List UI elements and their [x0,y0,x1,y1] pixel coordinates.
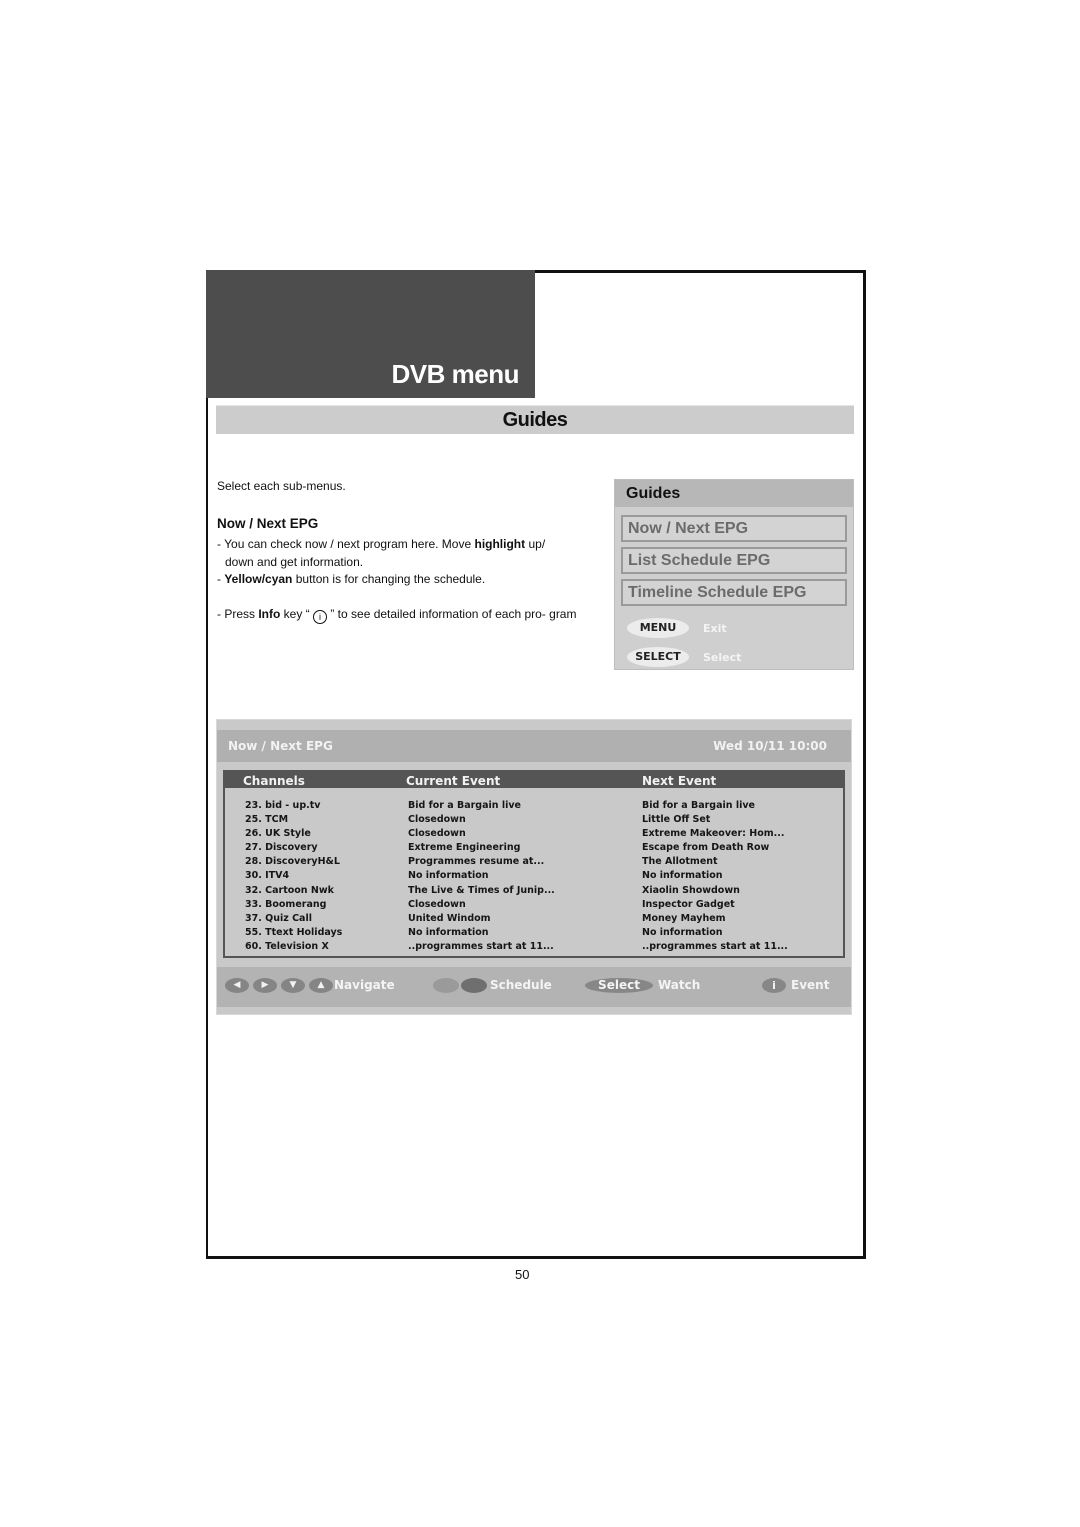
select-label: Select [703,650,742,664]
next-event-cell: Xiaolin Showdown [642,884,740,896]
select-key-button[interactable]: Select [585,978,653,993]
bullet-bold: highlight [474,537,526,551]
epg-rows: 23. bid - up.tv Bid for a Bargain live Bid… [225,799,843,954]
chapter-header: DVB menu [206,270,535,398]
channel-cell: 30. ITV4 [245,870,290,882]
navigation-keys: ◀ ▶ ▼ ▲ [225,978,337,993]
next-event-cell: Inspector Gadget [642,898,735,910]
current-event-cell: Bid for a Bargain live [408,800,521,811]
menu-key-button[interactable]: MENU [627,618,689,638]
channel-cell: 37. Quiz Call [245,912,312,924]
table-row[interactable]: 60. Television X ..programmes start at 11… [225,940,843,954]
bullet-3: - Press Info key “ i ” to see detailed i… [217,606,577,624]
bullet-2: - Yellow/cyan button is for changing the… [217,571,577,589]
channel-cell: 32. Cartoon Nwk [245,884,334,896]
event-label: Event [791,978,830,992]
current-event-cell: No information [408,870,489,882]
current-event-cell: Closedown [408,898,466,910]
bullet-text: button is for changing the schedule. [292,572,486,586]
bullet-bold: Yellow/cyan [224,572,293,586]
current-event-cell: ..programmes start at 11... [408,940,554,952]
table-row[interactable]: 30. ITV4 No information No information [225,869,843,883]
exit-label: Exit [703,621,727,635]
bullet-text: - Press [217,606,259,621]
bullet-1: - You can check now / next program here.… [217,536,577,571]
page-number: 50 [515,1267,530,1282]
current-event-cell: United Windom [408,912,491,924]
current-event-cell: Programmes resume at... [408,856,545,868]
epg-key-legend: ◀ ▶ ▼ ▲ Navigate Schedule Select Watch i… [217,967,851,1007]
next-event-cell: The Allotment [642,856,718,868]
channel-cell: 25. TCM [245,814,289,826]
select-hint: SELECT Select [627,647,741,667]
table-row[interactable]: 27. Discovery Extreme Engineering Escape f… [225,841,843,855]
description: - You can check now / next program here.… [217,536,577,624]
watch-label: Watch [658,978,701,992]
table-row[interactable]: 25. TCM Closedown Little Off Set [225,813,843,827]
channel-cell: 33. Boomerang [245,898,327,910]
next-event-cell: Little Off Set [642,814,711,826]
table-row[interactable]: 26. UK Style Closedown Extreme Makeover: H… [225,827,843,841]
epg-table-header: Channels Current Event Next Event [225,772,843,788]
select-key-button[interactable]: SELECT [627,647,689,667]
epg-table: Channels Current Event Next Event 23. bi… [223,770,845,958]
menu-item-timeline-schedule-epg[interactable]: Timeline Schedule EPG [621,579,847,606]
next-event-cell: No information [642,870,723,882]
bullet-text: ” to see detailed information of each pr… [327,606,577,621]
next-event-cell: Extreme Makeover: Hom... [642,828,785,840]
chapter-title: DVB menu [391,359,520,389]
column-header-current-event: Current Event [406,774,501,788]
intro-text: Select each sub-menus. [217,479,346,493]
column-header-channels: Channels [243,774,305,788]
channel-cell: 60. Television X [245,940,329,952]
bullet-bold: Info [258,606,281,621]
bullet-text: - You can check now / next program here.… [217,537,475,551]
table-row[interactable]: 33. Boomerang Closedown Inspector Gadget [225,898,843,912]
info-icon: i [313,609,328,624]
info-key-icon[interactable]: i [762,978,786,993]
subsection-title: Now / Next EPG [217,516,319,531]
schedule-label: Schedule [490,978,552,992]
guides-menu-title: Guides [615,480,853,507]
channel-cell: 26. UK Style [245,828,311,840]
down-arrow-icon[interactable]: ▼ [281,978,305,993]
next-event-cell: No information [642,926,723,938]
channel-cell: 27. Discovery [245,842,318,854]
current-event-cell: Extreme Engineering [408,842,521,854]
up-arrow-icon[interactable]: ▲ [309,978,333,993]
column-header-next-event: Next Event [642,774,717,788]
epg-datetime: Wed 10/11 10:00 [713,739,827,753]
cyan-key-icon[interactable] [461,978,487,993]
epg-title: Now / Next EPG [228,739,333,753]
table-row[interactable]: 23. bid - up.tv Bid for a Bargain live Bid… [225,799,843,813]
current-event-cell: No information [408,926,489,938]
next-event-cell: Escape from Death Row [642,842,770,854]
channel-cell: 28. DiscoveryH&L [245,856,340,868]
table-row[interactable]: 55. Ttext Holidays No information No infor… [225,926,843,940]
table-row[interactable]: 37. Quiz Call United Windom Money Mayhem [225,912,843,926]
navigate-label: Navigate [334,978,395,992]
channel-cell: 55. Ttext Holidays [245,926,343,938]
current-event-cell: Closedown [408,828,466,840]
right-arrow-icon[interactable]: ▶ [253,978,277,993]
section-title: Guides [502,409,568,431]
table-row[interactable]: 28. DiscoveryH&L Programmes resume at... T… [225,855,843,869]
yellow-key-icon[interactable] [433,978,459,993]
section-title-bar: Guides [216,405,854,434]
next-event-cell: Bid for a Bargain live [642,800,755,811]
channel-cell: 23. bid - up.tv [245,800,321,811]
epg-title-bar: Now / Next EPG Wed 10/11 10:00 [217,730,851,762]
menu-item-list-schedule-epg[interactable]: List Schedule EPG [621,547,847,574]
next-event-cell: ..programmes start at 11... [642,940,788,952]
menu-exit-hint: MENU Exit [627,618,727,638]
epg-screen: Now / Next EPG Wed 10/11 10:00 Channels … [216,719,852,1015]
bullet-text: key “ [280,606,314,621]
next-event-cell: Money Mayhem [642,912,726,924]
guides-menu: Guides Now / Next EPG List Schedule EPG … [614,479,854,670]
table-row[interactable]: 32. Cartoon Nwk The Live & Times of Junip… [225,884,843,898]
current-event-cell: The Live & Times of Junip... [408,884,555,896]
menu-item-now-next-epg[interactable]: Now / Next EPG [621,515,847,542]
left-arrow-icon[interactable]: ◀ [225,978,249,993]
current-event-cell: Closedown [408,814,466,826]
